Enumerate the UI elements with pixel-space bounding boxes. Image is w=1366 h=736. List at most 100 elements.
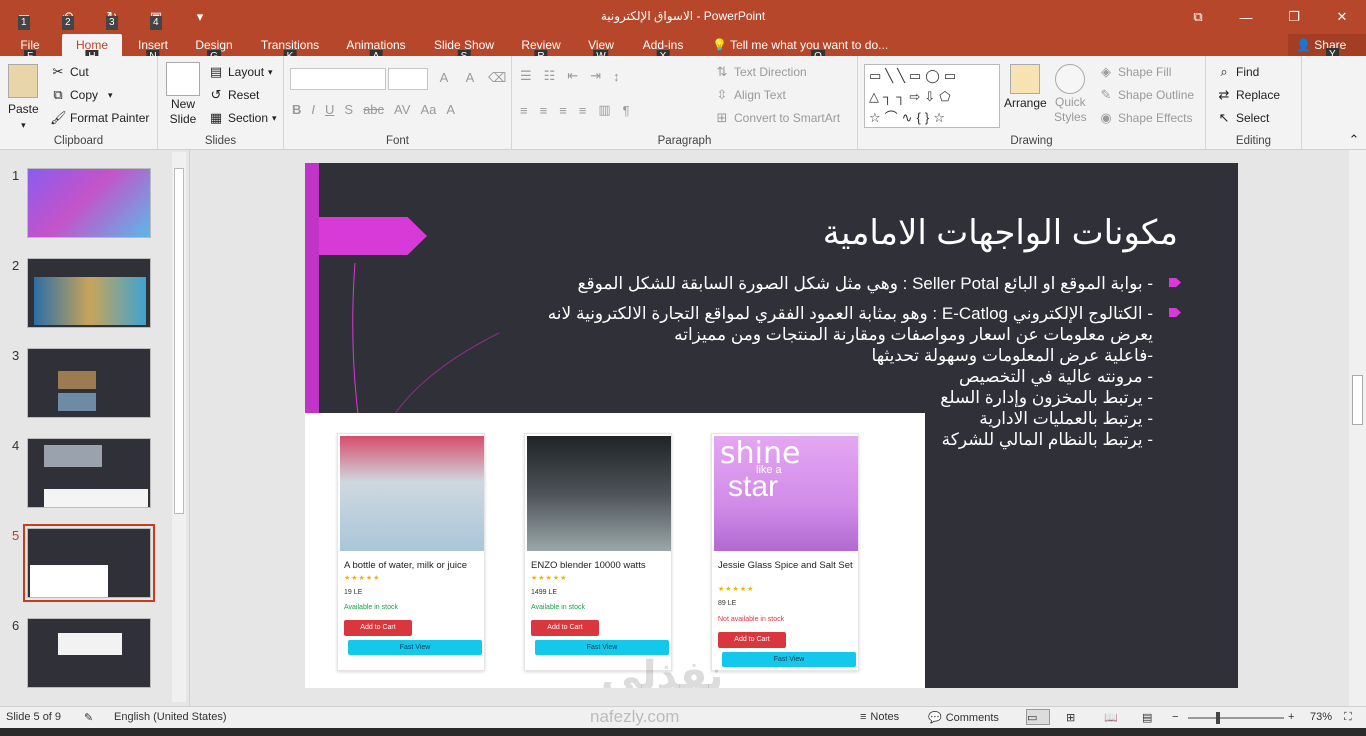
replace-button[interactable]: ⇄ Replace <box>1216 87 1280 103</box>
shape-outline-button[interactable]: ✎ Shape Outline <box>1098 87 1195 103</box>
eraser-icon: ⌫ <box>488 70 507 85</box>
zoom-level[interactable]: 73% <box>1310 711 1332 723</box>
align-center-icon[interactable]: ≡ <box>540 103 548 118</box>
reset-button[interactable]: ↺ Reset <box>208 87 260 103</box>
shapes-gallery[interactable]: ▭╲╲▭◯▭ △┐┐⇨⇩⬠ ☆⌒∿{}☆ <box>864 64 1000 128</box>
tab-design[interactable]: DesignG <box>188 34 240 63</box>
person-icon: 👤 <box>1296 38 1311 52</box>
layout-button[interactable]: ▤ Layout ▾ <box>208 64 273 80</box>
find-button[interactable]: ⌕ Find <box>1216 64 1259 80</box>
scrollbar-thumb[interactable] <box>174 168 184 514</box>
new-slide-icon <box>166 62 200 96</box>
arrange-button[interactable]: Arrange <box>1004 64 1047 110</box>
comments-button[interactable]: 💬 Comments <box>928 711 999 725</box>
slide-thumbnails-pane: 1 2 3 4 5 6 <box>0 150 190 706</box>
text-direction-button[interactable]: ⇅ Text Direction <box>714 64 807 80</box>
zoom-slider-thumb[interactable] <box>1216 712 1220 724</box>
align-right-icon[interactable]: ≡ <box>559 103 567 118</box>
tell-me-search[interactable]: 💡 Tell me what you want to do... <box>712 34 888 56</box>
columns-icon[interactable]: ▥ <box>598 102 610 118</box>
spellcheck-icon[interactable]: ✎ <box>84 711 93 724</box>
format-painter-button[interactable]: 🖌 Format Painter <box>50 110 149 126</box>
normal-view-button[interactable]: ▭ <box>1026 709 1050 725</box>
slide-thumbnail-4[interactable]: 4 <box>0 438 170 510</box>
tab-insert[interactable]: InsertN <box>130 34 176 63</box>
slide-thumbnail-3[interactable]: 3 <box>0 348 170 420</box>
shape-fill-button[interactable]: ◈ Shape Fill <box>1098 64 1171 80</box>
ribbon-display-options-button[interactable]: ⧉ <box>1174 0 1222 34</box>
fast-view-button[interactable]: Fast View <box>348 640 482 655</box>
editor-scrollbar[interactable] <box>1349 150 1366 706</box>
notes-button[interactable]: ≡ Notes <box>860 711 899 723</box>
language-indicator[interactable]: English (United States) <box>114 711 227 723</box>
decrease-indent-icon[interactable]: ⇤ <box>567 68 578 84</box>
select-button[interactable]: ↖ Select <box>1216 110 1270 126</box>
underline-icon[interactable]: U <box>325 102 334 117</box>
restore-button[interactable]: ❐ <box>1270 0 1318 34</box>
bullets-icon[interactable]: ☰ <box>520 68 532 84</box>
slide-sorter-button[interactable]: ⊞ <box>1066 711 1075 724</box>
scrollbar-thumb[interactable] <box>1352 375 1363 425</box>
tab-slide-show[interactable]: Slide ShowS <box>430 34 498 63</box>
align-left-icon[interactable]: ≡ <box>520 103 528 118</box>
bold-icon[interactable]: B <box>292 102 301 117</box>
shadow-icon[interactable]: S <box>344 102 353 117</box>
shape-effects-button[interactable]: ◉ Shape Effects <box>1098 110 1192 126</box>
slideshow-view-button[interactable]: ▤ <box>1142 711 1152 724</box>
align-text-button[interactable]: ⇳ Align Text <box>714 87 786 103</box>
slide-thumbnail-1[interactable]: 1 <box>0 168 170 240</box>
increase-indent-icon[interactable]: ⇥ <box>590 68 601 84</box>
increase-font-size-button[interactable]: A <box>436 70 452 86</box>
new-slide-button[interactable]: New Slide <box>166 62 200 126</box>
tab-add-ins[interactable]: Add-insX <box>636 34 690 63</box>
cut-button[interactable]: ✂ Cut <box>50 64 89 80</box>
clear-formatting-button[interactable]: ⌫ <box>488 70 507 86</box>
tab-review[interactable]: ReviewR <box>516 34 566 63</box>
justify-icon[interactable]: ≡ <box>579 103 587 118</box>
close-button[interactable]: ✕ <box>1318 0 1366 34</box>
font-name-input[interactable] <box>290 68 386 90</box>
add-to-cart-button[interactable]: Add to Cart <box>344 620 412 636</box>
thumbnails-scrollbar[interactable] <box>172 152 186 702</box>
stock-status: Available in stock <box>531 604 585 611</box>
fit-to-window-button[interactable]: ⛶ <box>1344 711 1352 724</box>
add-to-cart-button[interactable]: Add to Cart <box>718 632 786 648</box>
decrease-font-size-button[interactable]: A <box>462 70 478 86</box>
slide-thumbnail-6[interactable]: 6 <box>0 618 170 690</box>
copy-button[interactable]: ⧉ Copy ▾ <box>50 87 112 103</box>
section-button[interactable]: ▦ Section ▾ <box>208 110 277 126</box>
zoom-in-button[interactable]: + <box>1288 711 1294 723</box>
convert-smartart-button[interactable]: ⊞ Convert to SmartArt <box>714 110 840 126</box>
ribbon: Paste ▾ ✂ Cut ⧉ Copy ▾ 🖌 Format Painter Clip… <box>0 56 1366 150</box>
tab-animations[interactable]: AnimationsA <box>340 34 412 63</box>
zoom-slider[interactable] <box>1188 717 1284 719</box>
font-size-input[interactable] <box>388 68 428 90</box>
italic-icon[interactable]: I <box>311 102 315 117</box>
numbering-icon[interactable]: ☷ <box>544 68 556 84</box>
zoom-out-button[interactable]: − <box>1172 711 1178 723</box>
change-case-icon[interactable]: Aa <box>420 102 436 117</box>
add-to-cart-button[interactable]: Add to Cart <box>531 620 599 636</box>
tab-home[interactable]: HomeH <box>62 34 122 63</box>
slide-thumbnail-2[interactable]: 2 <box>0 258 170 330</box>
quick-styles-button[interactable]: Quick Styles <box>1054 64 1087 124</box>
paste-button[interactable]: Paste ▾ <box>8 64 39 131</box>
tab-transitions[interactable]: TransitionsK <box>254 34 326 63</box>
reading-view-button[interactable]: 📖 <box>1104 711 1118 724</box>
tab-view[interactable]: ViewW <box>582 34 620 63</box>
slide-title[interactable]: مكونات الواجهات الامامية <box>823 213 1178 253</box>
rtl-icon[interactable]: ¶ <box>623 103 630 118</box>
product-screenshot[interactable]: A bottle of water, milk or juice ★★★★★ 1… <box>305 413 925 688</box>
slide-thumbnail-5[interactable]: 5 <box>0 524 170 602</box>
fast-view-button[interactable]: Fast View <box>722 652 856 667</box>
strikethrough-icon[interactable]: abc <box>363 102 384 117</box>
share-button[interactable]: 👤 Share Y <box>1288 34 1366 61</box>
current-slide[interactable]: مكونات الواجهات الامامية - بوابة الموقع … <box>305 163 1238 688</box>
char-spacing-icon[interactable]: AV <box>394 102 410 117</box>
tab-file[interactable]: FileF <box>10 34 50 63</box>
collapse-ribbon-button[interactable]: ⌃ <box>1346 132 1362 148</box>
line-spacing-icon[interactable]: ↕ <box>613 69 620 84</box>
list-row: ☰ ☷ ⇤ ⇥ ↕ <box>520 68 620 84</box>
minimize-button[interactable]: — <box>1222 0 1270 34</box>
font-color-icon[interactable]: A <box>446 102 455 117</box>
